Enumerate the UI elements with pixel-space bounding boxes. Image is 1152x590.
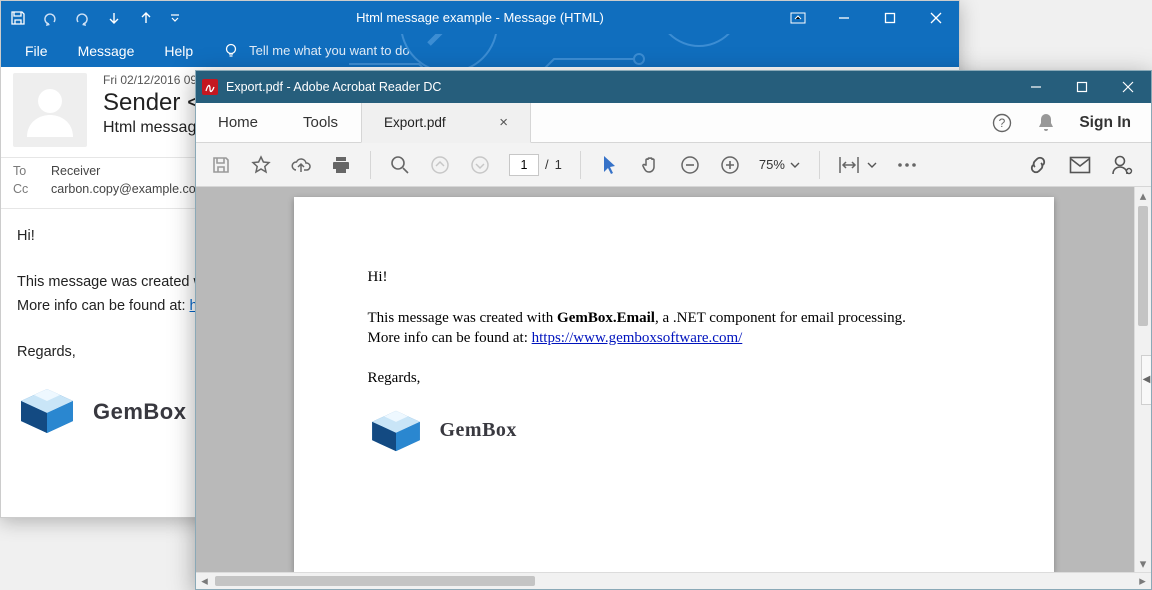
scroll-right-icon[interactable]: ▸ <box>1134 573 1151 589</box>
pdf-gembox-logo: GemBox <box>368 409 980 453</box>
pdf-page: Hi! This message was created with GemBox… <box>294 197 1054 572</box>
save-icon[interactable] <box>210 154 232 176</box>
minimize-icon[interactable] <box>1013 71 1059 103</box>
avatar <box>13 73 87 147</box>
save-icon[interactable] <box>9 9 27 27</box>
acrobat-content: ▶ Hi! This message was created with GemB… <box>196 187 1151 572</box>
menu-help[interactable]: Help <box>164 43 193 59</box>
horizontal-scrollbar[interactable]: ◂ ▸ <box>196 572 1151 589</box>
tab-tools[interactable]: Tools <box>281 103 361 142</box>
gembox-logo-text: GemBox <box>93 394 186 429</box>
cc-label: Cc <box>13 182 35 196</box>
page-up-icon[interactable] <box>429 154 451 176</box>
menu-message[interactable]: Message <box>78 43 135 59</box>
pdf-p1b: GemBox.Email <box>557 310 655 326</box>
star-icon[interactable] <box>250 154 272 176</box>
lightbulb-icon <box>223 43 239 59</box>
outlook-menubar: File Message Help Tell me what you want … <box>1 34 959 67</box>
selection-tool-icon[interactable] <box>599 154 621 176</box>
scroll-left-icon[interactable]: ◂ <box>196 573 213 589</box>
hscroll-thumb[interactable] <box>215 576 535 586</box>
more-tools-icon[interactable] <box>896 154 918 176</box>
quick-access-toolbar <box>1 1 181 34</box>
chevron-down-icon[interactable] <box>866 159 878 171</box>
outlook-titlebar: Html message example - Message (HTML) <box>1 1 959 34</box>
ribbon-display-icon[interactable] <box>775 1 821 34</box>
pdf-p1c: , a .NET component for email processing. <box>655 310 906 326</box>
minimize-icon[interactable] <box>821 1 867 34</box>
acrobat-window: Export.pdf - Adobe Acrobat Reader DC Hom… <box>195 70 1152 590</box>
outlook-window-controls <box>775 1 959 34</box>
tab-document[interactable]: Export.pdf × <box>361 103 531 143</box>
tab-document-label: Export.pdf <box>384 115 446 130</box>
tell-me-label: Tell me what you want to do <box>249 43 409 58</box>
notifications-icon[interactable] <box>1035 112 1057 134</box>
pdf-greeting: Hi! <box>368 267 980 287</box>
maximize-icon[interactable] <box>867 1 913 34</box>
email-icon[interactable] <box>1069 154 1091 176</box>
acrobat-tabbar: Home Tools Export.pdf × ? Sign In <box>196 103 1151 143</box>
menu-file[interactable]: File <box>25 43 48 59</box>
redo-icon[interactable] <box>73 9 91 27</box>
link-share-icon[interactable] <box>1027 154 1049 176</box>
page-total: 1 <box>555 157 562 172</box>
page-current-input[interactable] <box>509 154 539 176</box>
fit-width-icon[interactable] <box>838 154 860 176</box>
hand-tool-icon[interactable] <box>639 154 661 176</box>
pdf-p1a: This message was created with <box>368 310 558 326</box>
acrobat-window-controls <box>1013 71 1151 103</box>
scroll-up-icon[interactable]: ▴ <box>1135 187 1151 204</box>
to-label: To <box>13 164 35 178</box>
zoom-out-find-icon[interactable] <box>389 154 411 176</box>
svg-text:?: ? <box>999 116 1006 130</box>
to-value: Receiver <box>51 164 100 178</box>
body-line2: More info can be found at: <box>17 298 190 314</box>
help-icon[interactable]: ? <box>991 112 1013 134</box>
tab-home[interactable]: Home <box>196 103 281 142</box>
pdf-gembox-text: GemBox <box>440 417 517 444</box>
share-people-icon[interactable] <box>1111 154 1133 176</box>
page-down-icon[interactable] <box>469 154 491 176</box>
scroll-thumb[interactable] <box>1138 206 1148 326</box>
body-line1: This message was created wit <box>17 274 211 290</box>
page-sep: / <box>545 157 549 172</box>
page-indicator: / 1 <box>509 154 562 176</box>
maximize-icon[interactable] <box>1059 71 1105 103</box>
zoom-in-icon[interactable] <box>719 154 741 176</box>
acrobat-window-title: Export.pdf - Adobe Acrobat Reader DC <box>226 80 441 94</box>
pdf-link[interactable]: https://www.gemboxsoftware.com/ <box>532 330 743 346</box>
cc-value: carbon.copy@example.com <box>51 182 206 196</box>
gembox-cube-icon <box>368 409 424 453</box>
close-icon[interactable] <box>913 1 959 34</box>
cloud-upload-icon[interactable] <box>290 154 312 176</box>
next-item-icon[interactable] <box>105 9 123 27</box>
sign-in-button[interactable]: Sign In <box>1079 114 1131 132</box>
right-panel-toggle[interactable]: ◀ <box>1141 355 1151 405</box>
gembox-cube-icon <box>17 387 77 435</box>
zoom-out-icon[interactable] <box>679 154 701 176</box>
chevron-down-icon <box>789 159 801 171</box>
zoom-level[interactable]: 75% <box>759 157 801 172</box>
close-icon[interactable] <box>1105 71 1151 103</box>
page-viewport[interactable]: Hi! This message was created with GemBox… <box>196 187 1151 572</box>
print-icon[interactable] <box>330 154 352 176</box>
acrobat-titlebar: Export.pdf - Adobe Acrobat Reader DC <box>196 71 1151 103</box>
tell-me-search[interactable]: Tell me what you want to do <box>223 43 409 59</box>
pdf-regards: Regards, <box>368 368 980 388</box>
undo-icon[interactable] <box>41 9 59 27</box>
pdf-p2a: More info can be found at: <box>368 330 532 346</box>
acrobat-toolbar: / 1 75% <box>196 143 1151 187</box>
acrobat-app-icon <box>202 79 218 95</box>
qat-customize-icon[interactable] <box>169 9 181 27</box>
zoom-value: 75% <box>759 157 785 172</box>
prev-item-icon[interactable] <box>137 9 155 27</box>
scroll-down-icon[interactable]: ▾ <box>1135 555 1151 572</box>
tab-close-icon[interactable]: × <box>499 114 508 131</box>
